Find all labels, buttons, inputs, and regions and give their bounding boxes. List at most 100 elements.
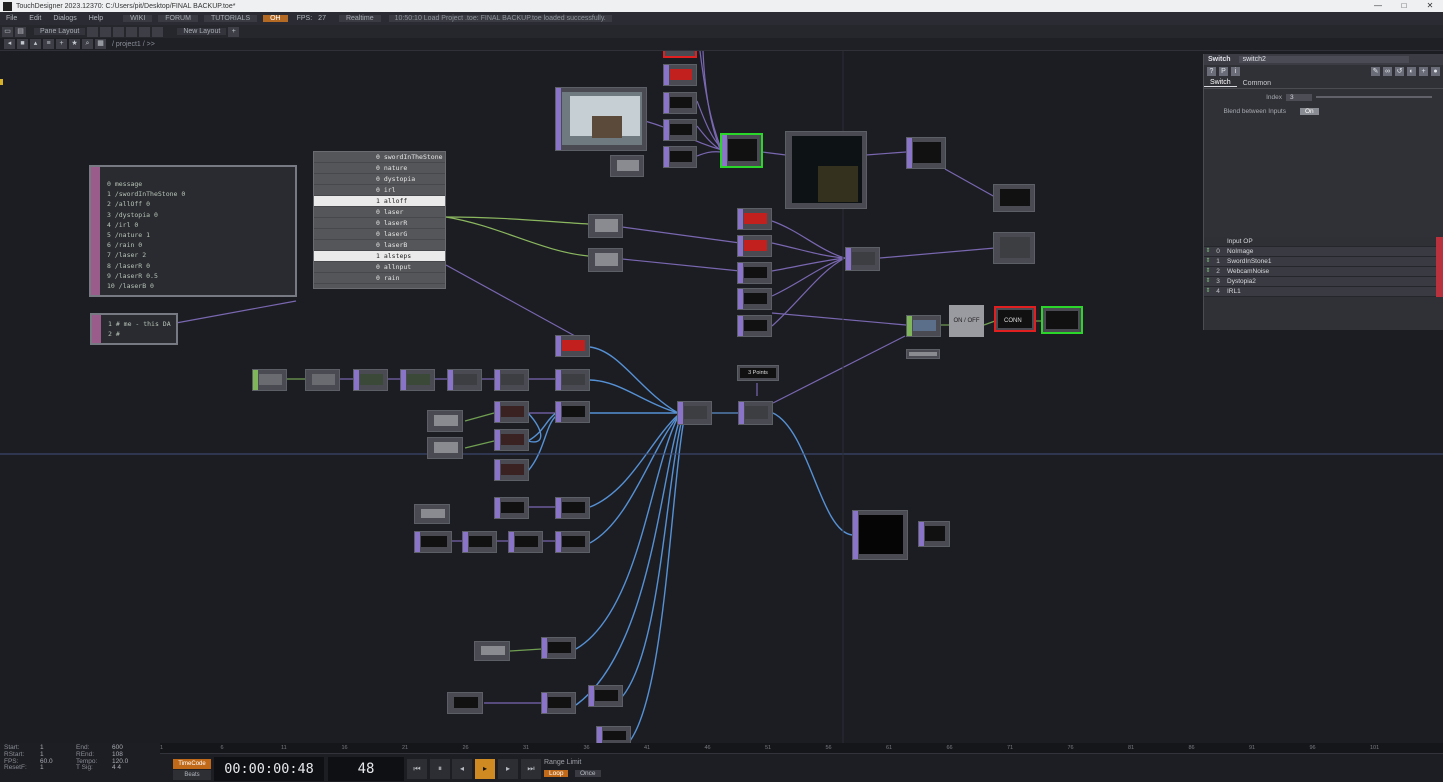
- table-row[interactable]: 0 rain: [314, 273, 445, 284]
- layout-1-icon[interactable]: [87, 26, 99, 37]
- table-row[interactable]: 0 laserG: [314, 229, 445, 240]
- forum-link[interactable]: FORUM: [158, 15, 198, 22]
- table-row[interactable]: 0 allnput: [314, 262, 445, 273]
- input-op-row[interactable]: ⇕ 2 WebcamNoise: [1204, 266, 1443, 277]
- drag-handle-icon[interactable]: ⇕: [1204, 257, 1212, 267]
- top-red-a[interactable]: [663, 51, 697, 58]
- help-icon[interactable]: ?: [1207, 67, 1216, 76]
- once-toggle[interactable]: Once: [575, 770, 601, 777]
- menu-file[interactable]: File: [0, 15, 23, 22]
- black-low-b[interactable]: [541, 692, 576, 714]
- back-icon[interactable]: ◂: [4, 39, 15, 49]
- switch-laser[interactable]: [845, 247, 880, 271]
- tutorials-link[interactable]: TUTORIALS: [203, 15, 258, 22]
- switch-top-selected[interactable]: [720, 133, 763, 168]
- list-icon[interactable]: ≡: [43, 39, 54, 49]
- add-param-icon[interactable]: +: [1419, 67, 1428, 76]
- beats-toggle[interactable]: Beats: [173, 770, 211, 780]
- layout-4-icon[interactable]: [126, 26, 138, 37]
- menu-help[interactable]: Help: [83, 15, 109, 22]
- table-row[interactable]: 0 irl: [314, 185, 445, 196]
- audio-in[interactable]: [252, 369, 287, 391]
- close-button[interactable]: ✕: [1417, 0, 1443, 12]
- remove-input-button[interactable]: [1436, 246, 1443, 257]
- switch-main[interactable]: [677, 401, 712, 425]
- up-icon[interactable]: ▴: [30, 39, 41, 49]
- add-layout-button[interactable]: +: [228, 26, 240, 37]
- layout-3-icon[interactable]: [113, 26, 125, 37]
- new-layout-button[interactable]: New Layout: [177, 28, 227, 35]
- table-row[interactable]: 0 nature: [314, 163, 445, 174]
- table-row[interactable]: 0 swordInTheStone: [314, 152, 445, 163]
- index-slider[interactable]: [1316, 96, 1432, 98]
- reset-icon[interactable]: ↺: [1395, 67, 1404, 76]
- composite-top[interactable]: [785, 131, 867, 209]
- input-op-name[interactable]: SwordInStone1: [1224, 258, 1436, 265]
- timeline-ruler[interactable]: 1 6 11 16 21 26 31 36 41 46 51 56 61 66 71 76 81 86 91 96 10…: [160, 743, 1443, 754]
- window-out[interactable]: [918, 521, 950, 547]
- input-op-name[interactable]: Dystopia2: [1224, 278, 1436, 285]
- remove-input-button[interactable]: [1436, 256, 1443, 267]
- text-c[interactable]: [508, 531, 543, 553]
- menu-edit[interactable]: Edit: [23, 15, 47, 22]
- timecode-toggle[interactable]: TimeCode: [173, 759, 211, 769]
- composite-mid[interactable]: [555, 401, 590, 423]
- top-c[interactable]: [663, 119, 697, 141]
- input-op-name[interactable]: WebcamNoise: [1224, 268, 1436, 275]
- circle-red-c[interactable]: [494, 459, 529, 481]
- table-row[interactable]: 1 alsteps: [314, 251, 445, 262]
- wiki-link[interactable]: WIKI: [123, 15, 153, 22]
- black-top-b[interactable]: [737, 315, 772, 337]
- settings-icon[interactable]: ●: [1431, 67, 1440, 76]
- index-field[interactable]: 3: [1286, 93, 1312, 101]
- rewind-button[interactable]: ⏮: [407, 759, 427, 779]
- chop-warn[interactable]: [414, 504, 450, 524]
- input-op-name[interactable]: IRL1: [1224, 288, 1436, 295]
- timecode-display[interactable]: 00:00:00:48: [214, 757, 324, 781]
- oh-button[interactable]: OH: [263, 15, 288, 22]
- circle-b[interactable]: [400, 369, 435, 391]
- audio-analysis[interactable]: [305, 369, 340, 391]
- step-back-button[interactable]: ◂: [452, 759, 472, 779]
- lines-a[interactable]: [494, 497, 529, 519]
- skull-top[interactable]: [596, 726, 631, 743]
- layout-5-icon[interactable]: [139, 26, 151, 37]
- text-a[interactable]: [414, 531, 452, 553]
- chop-small[interactable]: [906, 349, 940, 359]
- top-red-b[interactable]: [663, 64, 697, 86]
- ring-c[interactable]: [555, 369, 590, 391]
- realtime-toggle[interactable]: Realtime: [338, 15, 381, 22]
- drag-handle-icon[interactable]: ⇕: [1204, 287, 1212, 297]
- remove-input-button[interactable]: [1436, 286, 1443, 297]
- network-path[interactable]: / project1 / >>: [112, 41, 155, 48]
- input-op-row[interactable]: ⇕ 1 SwordInStone1: [1204, 256, 1443, 267]
- top-d[interactable]: [663, 146, 697, 168]
- maximize-button[interactable]: □: [1391, 0, 1417, 12]
- palette-icon[interactable]: ◐: [1407, 67, 1416, 76]
- circle-red-b[interactable]: [494, 429, 529, 451]
- input-op-row[interactable]: ⇕ 3 Dystopia2: [1204, 276, 1443, 287]
- drag-handle-icon[interactable]: ⇕: [1204, 247, 1212, 257]
- switch-out[interactable]: [738, 401, 773, 425]
- noise-top[interactable]: [737, 262, 772, 284]
- table-row[interactable]: 0 laser: [314, 207, 445, 218]
- chop-node-b[interactable]: [588, 248, 623, 272]
- out-top-b[interactable]: [993, 232, 1035, 264]
- level-top[interactable]: [906, 137, 946, 169]
- python-icon[interactable]: P: [1219, 67, 1228, 76]
- code-dat[interactable]: 1 # me - this DA 2 #: [90, 313, 178, 345]
- message-dat[interactable]: 0 message 1 /swordInTheStone 0 2 /allOff…: [89, 165, 297, 297]
- layout-6-icon[interactable]: [152, 26, 164, 37]
- null-top[interactable]: [610, 155, 644, 177]
- lines-b[interactable]: [555, 497, 590, 519]
- edit-icon[interactable]: ✎: [1371, 67, 1380, 76]
- table-row[interactable]: 0 laserR: [314, 218, 445, 229]
- final-out[interactable]: [852, 510, 908, 560]
- table-row[interactable]: 1 alloff: [314, 196, 445, 207]
- home-icon[interactable]: ■: [17, 39, 28, 49]
- input-op-row[interactable]: ⇕ 4 IRL1: [1204, 286, 1443, 297]
- layout-icon[interactable]: ▤: [15, 26, 26, 37]
- star-icon[interactable]: ★: [69, 39, 80, 49]
- info-icon[interactable]: i: [1231, 67, 1240, 76]
- blend-toggle[interactable]: On: [1300, 107, 1319, 115]
